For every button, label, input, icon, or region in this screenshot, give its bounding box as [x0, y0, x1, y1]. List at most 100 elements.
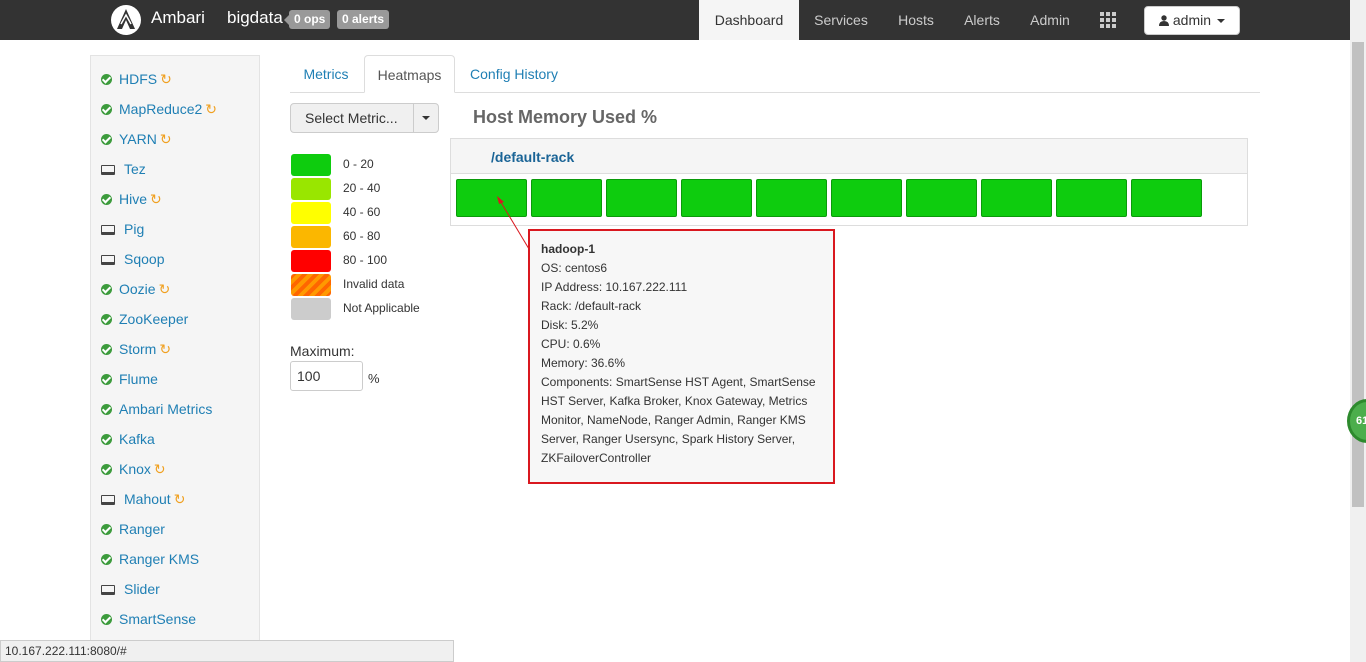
sidebar-item-yarn[interactable]: YARN ↻: [101, 129, 172, 149]
sidebar-item-label: SmartSense: [119, 611, 197, 627]
host-tooltip: hadoop-1 OS: centos6 IP Address: 10.167.…: [528, 229, 835, 484]
sidebar-item-label: ZooKeeper: [119, 311, 189, 327]
check-circle-icon: [101, 344, 112, 355]
nav-dashboard[interactable]: Dashboard: [699, 0, 799, 40]
tooltip-host-name: hadoop-1: [541, 242, 595, 256]
check-circle-icon: [101, 194, 112, 205]
check-circle-icon: [101, 434, 112, 445]
top-navbar: Ambari bigdata 0 ops 0 alerts Dashboard …: [0, 0, 1350, 40]
sidebar-item-label: YARN: [119, 131, 157, 147]
legend-swatch: [291, 202, 331, 224]
host-cell[interactable]: [981, 179, 1052, 217]
host-cell[interactable]: [756, 179, 827, 217]
sidebar-item-mapreduce2[interactable]: MapReduce2 ↻: [101, 99, 217, 119]
refresh-icon: ↻: [150, 191, 162, 207]
nav-services[interactable]: Services: [800, 0, 882, 40]
sidebar-item-sqoop[interactable]: Sqoop: [101, 249, 164, 269]
alerts-badge[interactable]: 0 alerts: [337, 10, 390, 29]
ambari-logo-icon[interactable]: [110, 4, 142, 36]
sidebar-item-label: Sqoop: [124, 251, 165, 267]
host-cell[interactable]: [531, 179, 602, 217]
sidebar-item-mahout[interactable]: Mahout ↻: [101, 489, 185, 509]
legend-label: 60 - 80: [343, 229, 381, 243]
sidebar-item-ranger[interactable]: Ranger: [101, 519, 165, 539]
rack-header: /default-rack: [451, 139, 1247, 174]
cluster-name: bigdata: [227, 8, 283, 27]
legend-swatch: [291, 178, 331, 200]
check-circle-icon: [101, 74, 112, 85]
tooltip-cpu: CPU: 0.6%: [541, 337, 601, 351]
tab-metrics[interactable]: Metrics: [291, 55, 361, 93]
sidebar-item-kafka[interactable]: Kafka: [101, 429, 155, 449]
sidebar-item-label: Oozie: [119, 281, 156, 297]
legend-swatch: [291, 226, 331, 248]
host-cell[interactable]: [1131, 179, 1202, 217]
maximum-input[interactable]: [290, 361, 363, 391]
check-circle-icon: [101, 284, 112, 295]
legend-swatch: [291, 274, 331, 296]
tab-heatmaps[interactable]: Heatmaps: [364, 55, 455, 93]
select-divider: [413, 104, 414, 132]
maximum-label: Maximum:: [290, 343, 355, 359]
host-cell[interactable]: [831, 179, 902, 217]
sidebar-item-flume[interactable]: Flume: [101, 369, 158, 389]
sidebar-item-label: MapReduce2: [119, 101, 203, 117]
views-grid-icon[interactable]: [1100, 12, 1117, 29]
refresh-icon: ↻: [153, 461, 166, 477]
sidebar-item-knox[interactable]: Knox ↻: [101, 459, 166, 479]
sidebar-item-storm[interactable]: Storm ↻: [101, 339, 171, 359]
laptop-icon: [101, 225, 115, 235]
check-circle-icon: [101, 524, 112, 535]
legend-label: 0 - 20: [343, 157, 374, 171]
sidebar-item-ranger-kms[interactable]: Ranger KMS: [101, 549, 199, 569]
tooltip-components: Components: SmartSense HST Agent, SmartS…: [541, 375, 816, 465]
select-metric-label: Select Metric...: [305, 110, 398, 126]
sidebar-item-smartsense[interactable]: SmartSense: [101, 609, 196, 629]
sidebar-item-zookeeper[interactable]: ZooKeeper: [101, 309, 188, 329]
host-cell[interactable]: [606, 179, 677, 217]
sidebar-item-label: Pig: [124, 221, 145, 237]
select-metric-dropdown[interactable]: Select Metric...: [290, 103, 439, 133]
sidebar-item-label: Ambari Metrics: [119, 401, 213, 417]
sidebar-item-label: Slider: [124, 581, 160, 597]
nav-admin[interactable]: Admin: [1016, 0, 1084, 40]
legend-label: Not Applicable: [343, 301, 420, 315]
user-icon: [1159, 15, 1169, 26]
sidebar-item-tez[interactable]: Tez: [101, 159, 146, 179]
sidebar-item-oozie[interactable]: Oozie ↻: [101, 279, 170, 299]
sidebar-item-ambari-metrics[interactable]: Ambari Metrics: [101, 399, 212, 419]
sidebar-item-label: Hive: [119, 191, 148, 207]
ops-badge[interactable]: 0 ops: [283, 10, 331, 29]
sidebar-item-pig[interactable]: Pig: [101, 219, 144, 239]
tooltip-memory: Memory: 36.6%: [541, 356, 626, 370]
heatmap-title: Host Memory Used %: [473, 107, 658, 127]
user-menu-button[interactable]: admin: [1144, 6, 1240, 35]
tooltip-disk: Disk: 5.2%: [541, 318, 599, 332]
sidebar-item-hive[interactable]: Hive ↻: [101, 189, 162, 209]
services-sidebar: HDFS ↻ MapReduce2 ↻ YARN ↻ Tez Hive ↻ Pig Sqoop Ooz…: [90, 55, 260, 662]
legend-label: 20 - 40: [343, 181, 381, 195]
check-circle-icon: [101, 404, 112, 415]
brand-name[interactable]: Ambari: [151, 8, 205, 28]
chevron-down-icon: [1216, 19, 1225, 24]
sidebar-item-label: Mahout: [124, 491, 171, 507]
host-cell[interactable]: [1056, 179, 1127, 217]
refresh-icon: ↻: [160, 71, 172, 87]
chevron-down-icon[interactable]: [422, 116, 430, 120]
laptop-icon: [101, 165, 115, 175]
sidebar-item-label: Ranger KMS: [119, 551, 200, 567]
legend-label: Invalid data: [343, 277, 405, 291]
nav-alerts[interactable]: Alerts: [950, 0, 1014, 40]
sidebar-item-label: Knox: [119, 461, 151, 477]
host-cell[interactable]: [906, 179, 977, 217]
sidebar-item-slider[interactable]: Slider: [101, 579, 160, 599]
host-cell[interactable]: [681, 179, 752, 217]
browser-status-bar: 10.167.222.111:8080/#: [0, 640, 454, 662]
rack-name: /default-rack: [491, 149, 575, 165]
laptop-icon: [101, 255, 115, 265]
check-circle-icon: [101, 614, 112, 625]
sidebar-item-hdfs[interactable]: HDFS ↻: [101, 69, 172, 89]
tab-config-history[interactable]: Config History: [458, 55, 570, 93]
sidebar-item-label: HDFS: [119, 71, 158, 87]
nav-hosts[interactable]: Hosts: [884, 0, 948, 40]
